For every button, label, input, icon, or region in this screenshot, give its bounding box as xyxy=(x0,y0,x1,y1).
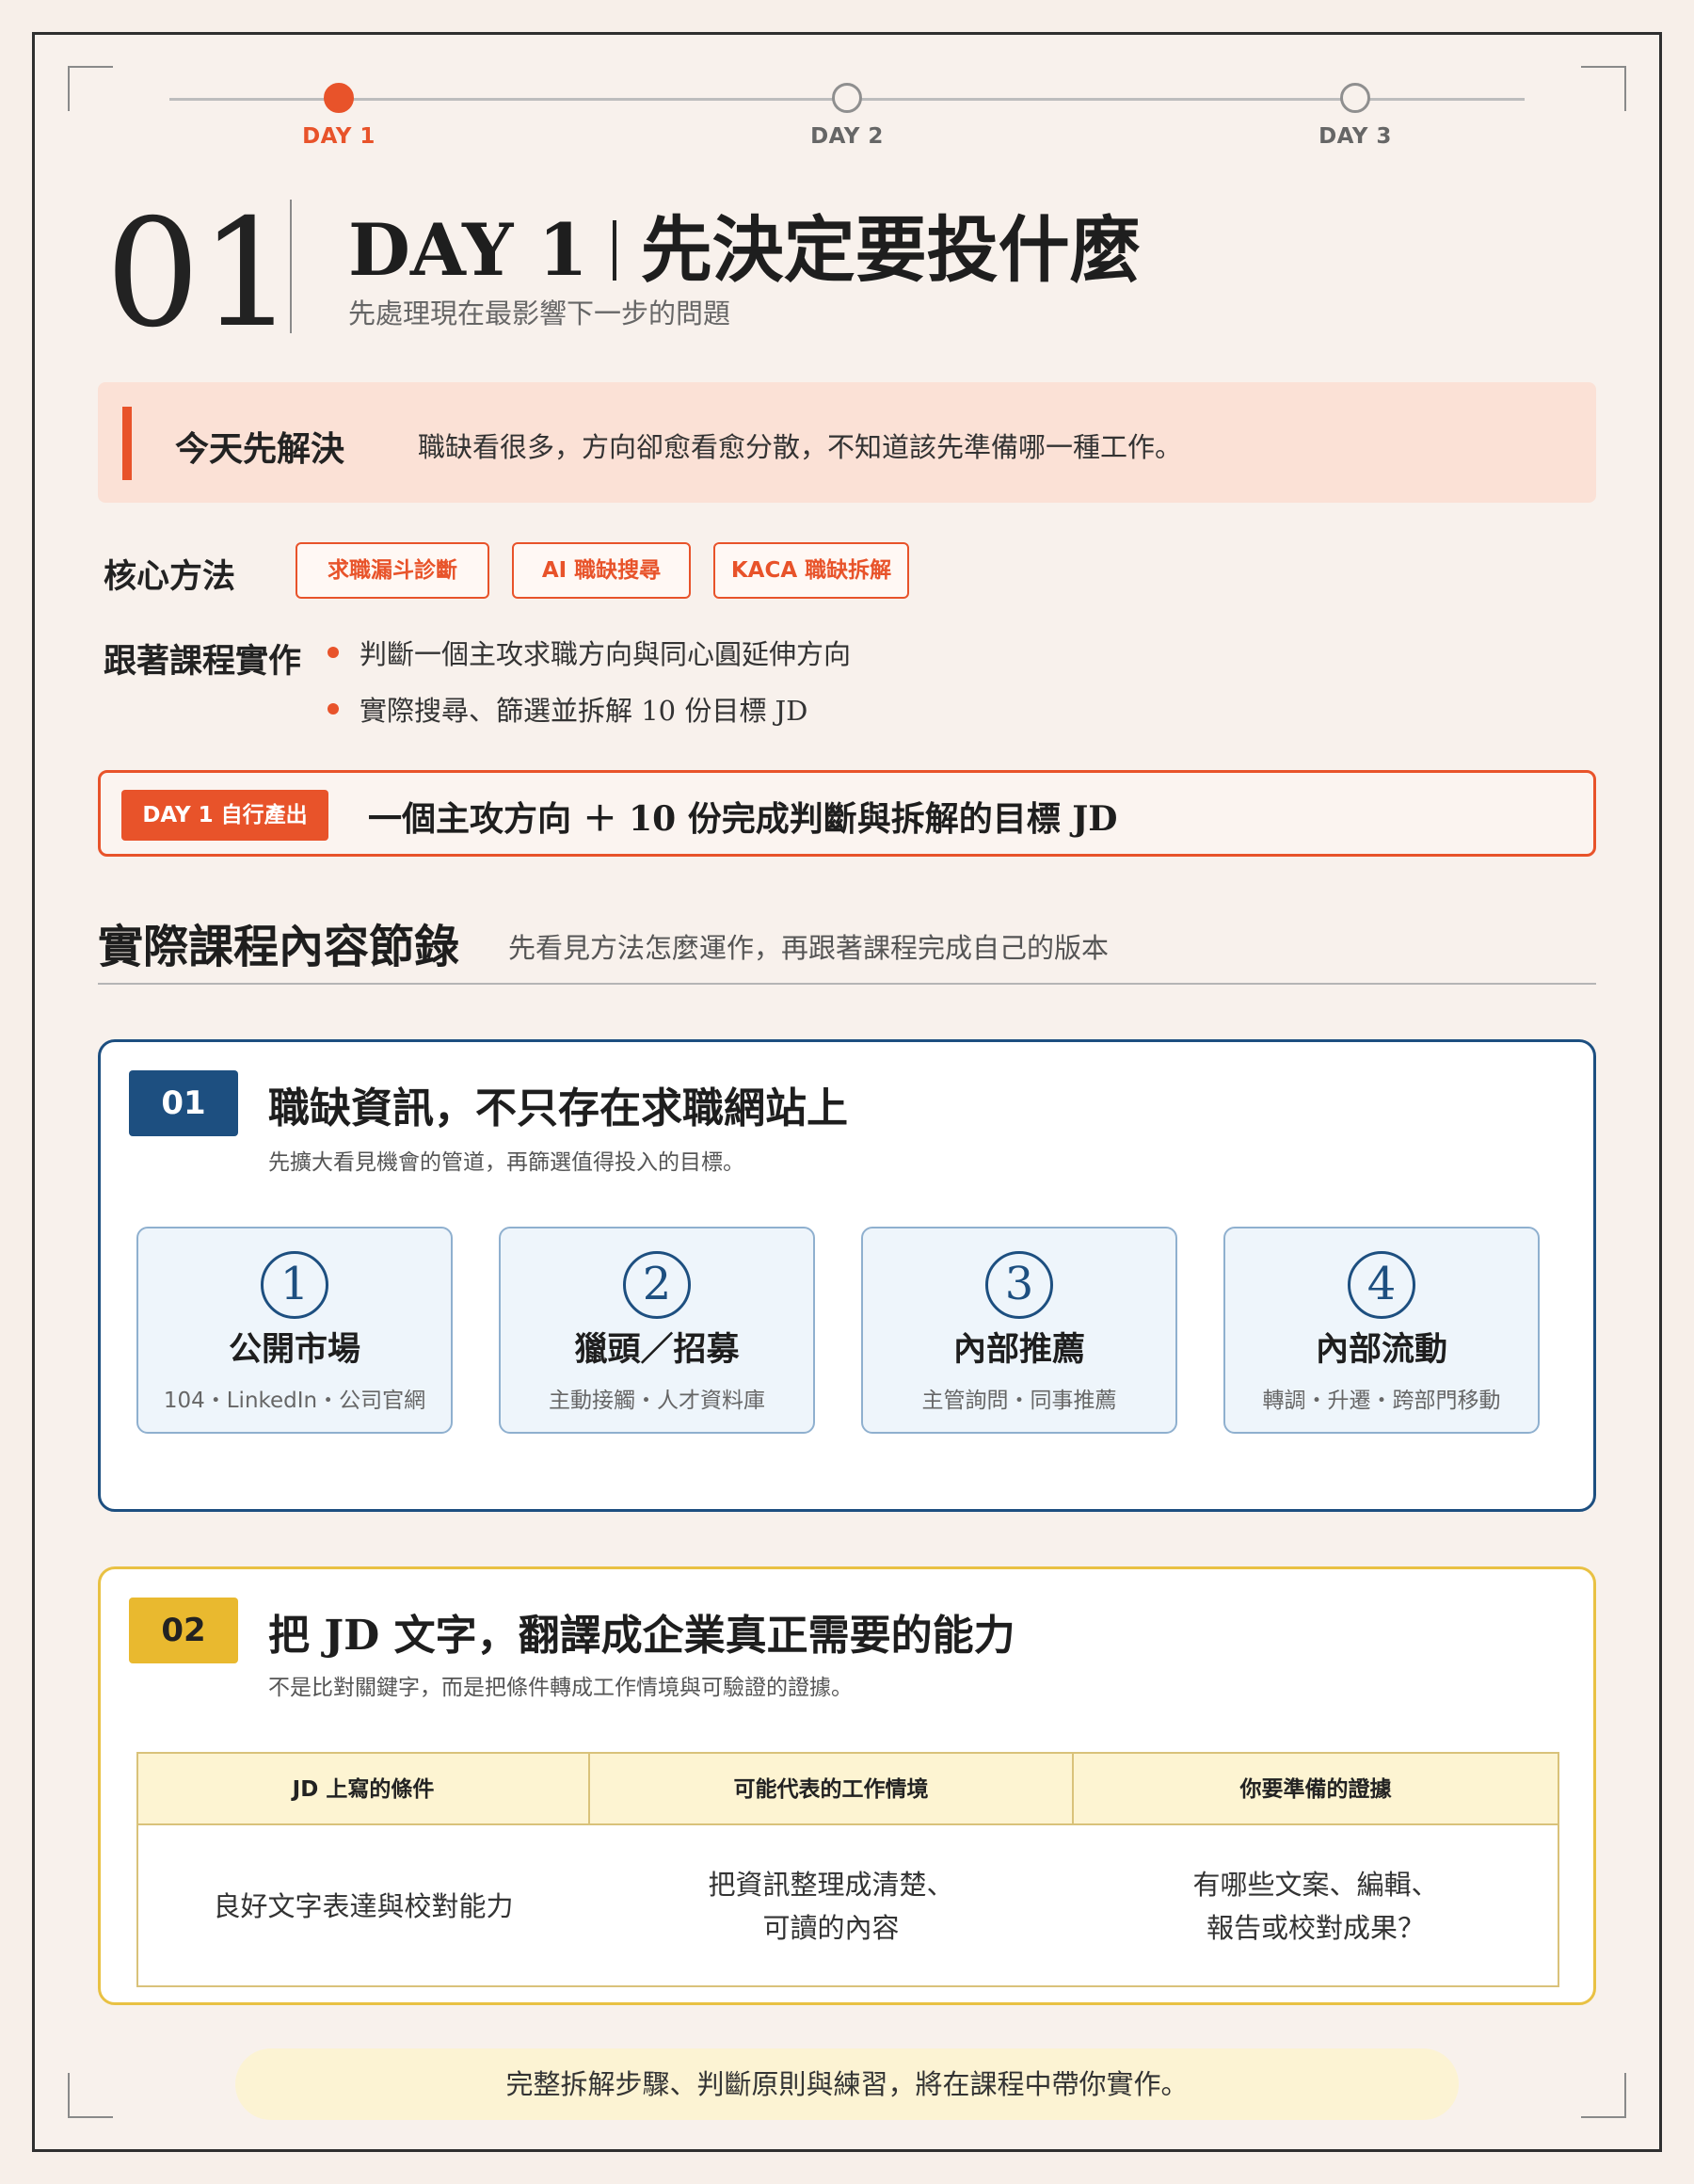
lesson-number: 01 xyxy=(105,187,296,361)
channel-name: 公開市場 xyxy=(228,1330,360,1369)
problem-accent-bar xyxy=(122,407,132,480)
channel-desc: 104・LinkedIn・公司官網 xyxy=(163,1389,426,1413)
header-divider xyxy=(290,200,292,333)
practice-item-text: 判斷一個主攻求職方向與同心圓延伸方向 xyxy=(360,638,852,670)
footer-note: 完整拆解步驟、判斷原則與練習，將在課程中帶你實作。 xyxy=(235,2048,1459,2120)
methods-label: 核心方法 xyxy=(104,557,236,596)
table-cell-text: 有哪些文案、編輯、 報告或校對成果？ xyxy=(1192,1869,1439,1944)
practice-item-text: 實際搜尋、篩選並拆解 10 份目標 JD xyxy=(360,695,808,727)
output-text: 一個主攻方向 ＋ 10 份完成判斷與拆解的目標 JD xyxy=(368,799,1118,839)
output-box: DAY 1 自行產出 一個主攻方向 ＋ 10 份完成判斷與拆解的目標 JD xyxy=(98,770,1596,857)
title-text: 先決定要投什麼 xyxy=(640,208,1142,292)
progress-dot xyxy=(1340,83,1370,113)
card-subtitle: 不是比對關鍵字，而是把條件轉成工作情境與可驗證的證據。 xyxy=(268,1676,853,1700)
channel-name: 內部推薦 xyxy=(952,1330,1085,1369)
corner-mark-top-left xyxy=(68,66,113,111)
progress-dot xyxy=(832,83,862,113)
method-tag[interactable]: AI 職缺搜尋 xyxy=(512,542,691,599)
progress-step-label: DAY 2 xyxy=(810,124,884,149)
problem-box: 今天先解決 職缺看很多，方向卻愈看愈分散，不知道該先準備哪一種工作。 xyxy=(98,382,1596,503)
channel-number-circle: 3 xyxy=(985,1251,1053,1319)
corner-mark-bottom-right xyxy=(1581,2073,1626,2118)
practice-label: 跟著課程實作 xyxy=(104,642,302,681)
channel-desc: 轉調・升遷・跨部門移動 xyxy=(1262,1389,1501,1413)
method-tag[interactable]: KACA 職缺拆解 xyxy=(713,542,909,599)
table-cell: 有哪些文案、編輯、 報告或校對成果？ xyxy=(1074,1825,1558,1987)
table-header-cell: 可能代表的工作情境 xyxy=(733,1777,929,1802)
section-subtitle: 先看見方法怎麼運作，再跟著課程完成自己的版本 xyxy=(508,932,1110,964)
corner-mark-bottom-left xyxy=(68,2073,113,2118)
card-title: 把 JD 文字，翻譯成企業真正需要的能力 xyxy=(268,1612,1015,1660)
card-number-badge: 02 xyxy=(129,1598,238,1663)
channel-card[interactable]: 3 內部推薦 主管詢問・同事推薦 xyxy=(861,1227,1177,1434)
title-day: DAY 1 xyxy=(348,208,588,292)
channel-name: 內部流動 xyxy=(1315,1330,1447,1369)
channel-desc: 主動接觸・人才資料庫 xyxy=(549,1389,765,1413)
method-tag[interactable]: 求職漏斗診斷 xyxy=(296,542,489,599)
channel-name: 獵頭／招募 xyxy=(574,1330,740,1369)
practice-item: 判斷一個主攻求職方向與同心圓延伸方向 xyxy=(328,633,851,672)
corner-mark-top-right xyxy=(1581,66,1626,111)
table-cell-text: 良好文字表達與校對能力 xyxy=(213,1890,514,1922)
channel-number-circle: 2 xyxy=(623,1251,691,1319)
jd-translation-table: JD 上寫的條件 可能代表的工作情境 你要準備的證據 良好文字表達與校對能力 把… xyxy=(136,1752,1559,1987)
page-subtitle: 先處理現在最影響下一步的問題 xyxy=(348,297,731,329)
table-header-cell: 你要準備的證據 xyxy=(1239,1777,1392,1802)
progress-step-day3[interactable]: DAY 3 xyxy=(1261,83,1449,149)
progress-step-label: DAY 3 xyxy=(1318,124,1392,149)
channel-card[interactable]: 1 公開市場 104・LinkedIn・公司官網 xyxy=(136,1227,453,1434)
table-cell-text: 把資訊整理成清楚、 可讀的內容 xyxy=(708,1869,954,1944)
channel-card[interactable]: 4 內部流動 轉調・升遷・跨部門移動 xyxy=(1223,1227,1540,1434)
page-title: DAY 1 先決定要投什麼 xyxy=(348,192,1142,296)
card-subtitle: 先擴大看見機會的管道，再篩選值得投入的目標。 xyxy=(268,1150,744,1175)
bullet-dot xyxy=(328,703,339,715)
bullet-dot xyxy=(328,647,339,658)
problem-text: 職缺看很多，方向卻愈看愈分散，不知道該先準備哪一種工作。 xyxy=(418,431,1183,463)
progress-step-day1[interactable]: DAY 1 xyxy=(245,83,433,149)
progress-step-label: DAY 1 xyxy=(302,124,376,149)
content-card-02: 02 把 JD 文字，翻譯成企業真正需要的能力 不是比對關鍵字，而是把條件轉成工… xyxy=(98,1566,1596,2005)
channel-card[interactable]: 2 獵頭／招募 主動接觸・人才資料庫 xyxy=(499,1227,815,1434)
channel-number-circle: 4 xyxy=(1348,1251,1415,1319)
section-divider xyxy=(98,983,1596,985)
table-cell: 把資訊整理成清楚、 可讀的內容 xyxy=(590,1825,1072,1987)
channel-desc: 主管詢問・同事推薦 xyxy=(921,1389,1117,1413)
output-badge: DAY 1 自行產出 xyxy=(121,790,328,841)
table-cell: 良好文字表達與校對能力 xyxy=(138,1825,588,1987)
card-title: 職缺資訊，不只存在求職網站上 xyxy=(268,1084,848,1132)
title-separator xyxy=(612,220,616,281)
problem-label: 今天先解決 xyxy=(175,429,345,469)
progress-step-day2[interactable]: DAY 2 xyxy=(753,83,941,149)
card-number-badge: 01 xyxy=(129,1070,238,1136)
practice-item: 實際搜尋、篩選並拆解 10 份目標 JD xyxy=(328,689,807,729)
channel-number-circle: 1 xyxy=(261,1251,328,1319)
table-header-cell: JD 上寫的條件 xyxy=(292,1777,435,1802)
content-card-01: 01 職缺資訊，不只存在求職網站上 先擴大看見機會的管道，再篩選值得投入的目標。… xyxy=(98,1039,1596,1512)
progress-dot-active xyxy=(324,83,354,113)
section-title: 實際課程內容節錄 xyxy=(98,921,460,973)
